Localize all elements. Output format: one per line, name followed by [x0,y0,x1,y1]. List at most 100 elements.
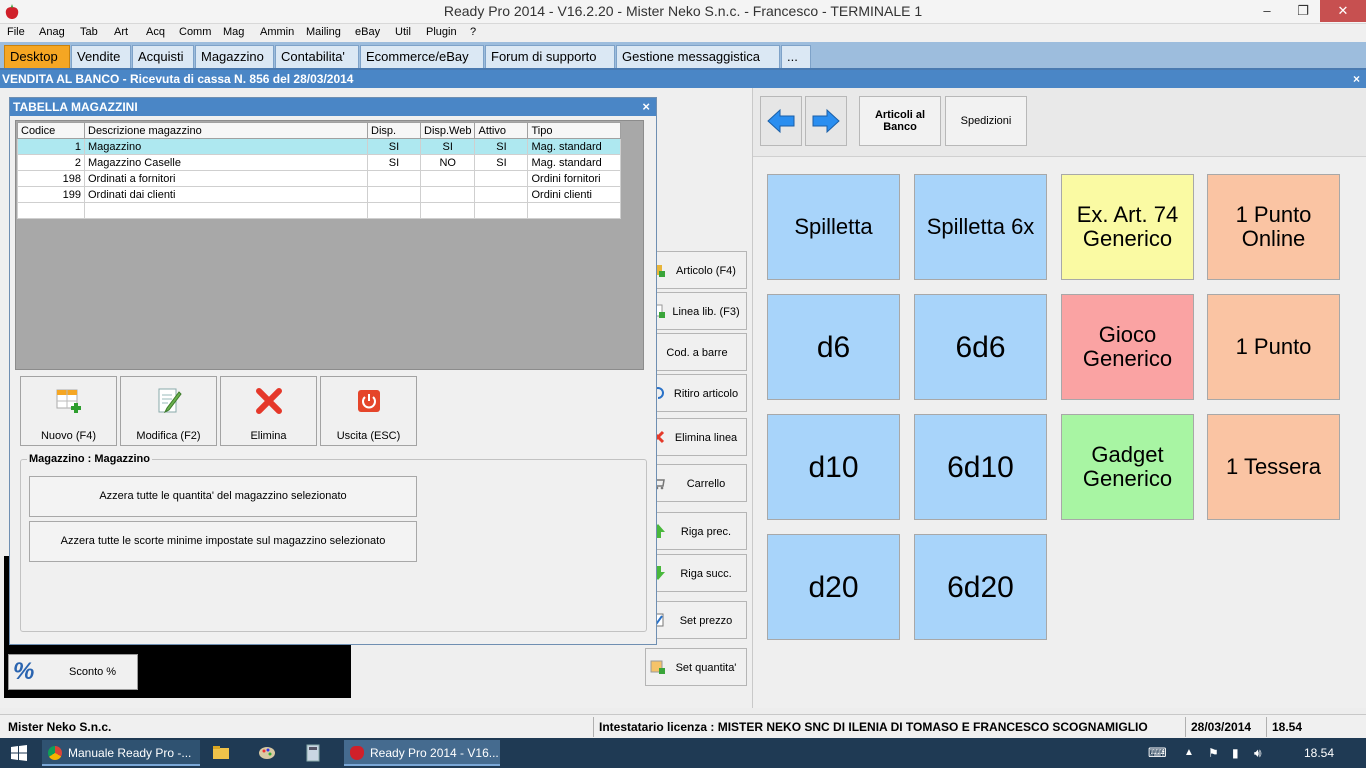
item-tile[interactable]: 1 Punto Online [1207,174,1340,280]
menu-art[interactable]: Art [114,24,128,38]
item-tile-label: d20 [808,570,859,604]
articoli-banco-label: Articoli al Banco [874,109,926,133]
calculator-icon[interactable] [306,740,332,766]
item-tile-label: Spilletta 6x [926,213,1035,239]
group-title: Magazzino : Magazzino [27,453,152,465]
azzera-quantita-button[interactable]: Azzera tutte le quantita' del magazzino … [29,476,417,517]
carrello-button[interactable]: Carrello [645,464,747,502]
item-tile[interactable]: 6d6 [914,294,1047,400]
menu-file[interactable]: File [7,24,25,38]
item-tile[interactable]: 1 Punto [1207,294,1340,400]
close-window-button[interactable]: ✕ [1320,0,1366,22]
file-explorer-icon[interactable] [212,740,238,766]
windows-icon[interactable] [11,745,27,761]
item-tile-label: 1 Punto [1235,333,1312,359]
taskbar-clock[interactable]: 18.54 [1304,740,1344,766]
nuovo-button[interactable]: Nuovo (F4) [20,376,117,446]
restore-button[interactable]: ❐ [1286,0,1320,22]
modifica-button[interactable]: Modifica (F2) [120,376,217,446]
menu-plugin[interactable]: Plugin [426,24,457,38]
sconto-button[interactable]: % Sconto % [8,654,138,690]
minimize-button[interactable]: – [1250,0,1284,22]
paint-icon[interactable] [258,740,284,766]
menu-comm[interactable]: Comm [179,24,211,38]
column-header-codice[interactable]: Codice [17,122,85,139]
menu-acq[interactable]: Acq [146,24,165,38]
elimina-button[interactable]: Elimina [220,376,317,446]
item-tile[interactable]: 1 Tessera [1207,414,1340,520]
item-tile[interactable]: 6d20 [914,534,1047,640]
item-tile[interactable]: d20 [767,534,900,640]
previous-page-button[interactable] [760,96,802,146]
set-prezzo-button[interactable]: Set prezzo [645,601,747,639]
item-tile[interactable]: 6d10 [914,414,1047,520]
tab-magazzino[interactable]: Magazzino [195,45,274,68]
close-dialog-icon[interactable]: × [642,98,650,116]
articoli-banco-button[interactable]: Articoli al Banco [859,96,941,146]
set-quantita-button[interactable]: Set quantita' [645,648,747,686]
riga-precedente-button[interactable]: Riga prec. [645,512,747,550]
tab-forum[interactable]: Forum di supporto [485,45,615,68]
table-row[interactable]: 2 Magazzino Caselle SI NO SI Mag. standa… [17,154,622,171]
tab-acquisti[interactable]: Acquisti [132,45,194,68]
spedizioni-button[interactable]: Spedizioni [945,96,1027,146]
next-page-button[interactable] [805,96,847,146]
set-prezzo-label: Set prezzo [679,615,733,627]
column-header-tipo[interactable]: Tipo [527,122,622,139]
riga-successiva-label: Riga succ. [680,568,732,580]
azzera-scorte-button[interactable]: Azzera tutte le scorte minime impostate … [29,521,417,562]
close-document-icon[interactable]: × [1353,70,1360,88]
item-tile[interactable]: Gadget Generico [1061,414,1194,520]
flag-icon[interactable]: ⚑ [1208,740,1224,766]
item-tile-label: d10 [808,450,859,484]
item-tile[interactable]: Spilletta 6x [914,174,1047,280]
menu-ebay[interactable]: eBay [355,24,380,38]
menu-help[interactable]: ? [470,24,476,38]
menu-mailing[interactable]: Mailing [306,24,341,38]
column-header-attivo[interactable]: Attivo [474,122,529,139]
item-tile[interactable]: d10 [767,414,900,520]
tab-more[interactable]: ... [781,45,811,68]
item-tile-label: Spilletta [794,213,873,239]
keyboard-icon[interactable]: ⌨ [1148,740,1168,766]
articolo-button[interactable]: Articolo (F4) [645,251,747,289]
tab-ecommerce[interactable]: Ecommerce/eBay [360,45,484,68]
tab-desktop[interactable]: Desktop [4,45,70,68]
item-tile[interactable]: Ex. Art. 74 Generico [1061,174,1194,280]
column-header-disp[interactable]: Disp. [367,122,421,139]
tab-messaggistica[interactable]: Gestione messaggistica [616,45,780,68]
menu-ammin[interactable]: Ammin [260,24,294,38]
table-row[interactable]: 198 Ordinati a fornitori Ordini fornitor… [17,170,622,187]
ritiro-articolo-button[interactable]: Ritiro articolo [645,374,747,412]
item-tile[interactable]: Spilletta [767,174,900,280]
volume-icon[interactable]: 🔊︎ [1254,740,1272,766]
codice-barre-button[interactable]: Cod. a barre [645,333,747,371]
item-tile-label: 6d6 [955,330,1006,364]
network-icon[interactable]: ▮ [1232,740,1248,766]
linea-libera-button[interactable]: Linea lib. (F3) [645,292,747,330]
cell-attivo [474,186,529,203]
tab-contabilita[interactable]: Contabilita' [275,45,359,68]
taskbar-readypro-app[interactable]: Ready Pro 2014 - V16... [344,740,500,766]
menu-tab[interactable]: Tab [80,24,98,38]
table-row-empty[interactable] [17,202,622,219]
menu-anag[interactable]: Anag [39,24,65,38]
tab-vendite[interactable]: Vendite [71,45,131,68]
linea-libera-label: Linea lib. (F3) [672,306,740,318]
table-row[interactable]: 1 Magazzino SI SI SI Mag. standard [17,138,622,155]
menu-bar: File Anag Tab Art Acq Comm Mag Ammin Mai… [0,24,1366,42]
elimina-linea-button[interactable]: Elimina linea [645,418,747,456]
elimina-linea-label: Elimina linea [674,432,738,444]
item-tile[interactable]: d6 [767,294,900,400]
status-separator [593,717,594,737]
column-header-disp-web[interactable]: Disp.Web [419,122,476,139]
menu-mag[interactable]: Mag [223,24,244,38]
uscita-button[interactable]: Uscita (ESC) [320,376,417,446]
chevron-up-icon[interactable]: ▲ [1184,740,1198,766]
menu-util[interactable]: Util [395,24,411,38]
riga-successiva-button[interactable]: Riga succ. [645,554,747,592]
column-header-descrizione[interactable]: Descrizione magazzino [84,122,368,139]
table-row[interactable]: 199 Ordinati dai clienti Ordini clienti [17,186,622,203]
item-tile[interactable]: Gioco Generico [1061,294,1194,400]
taskbar-chrome-app[interactable]: Manuale Ready Pro -... [42,740,200,766]
